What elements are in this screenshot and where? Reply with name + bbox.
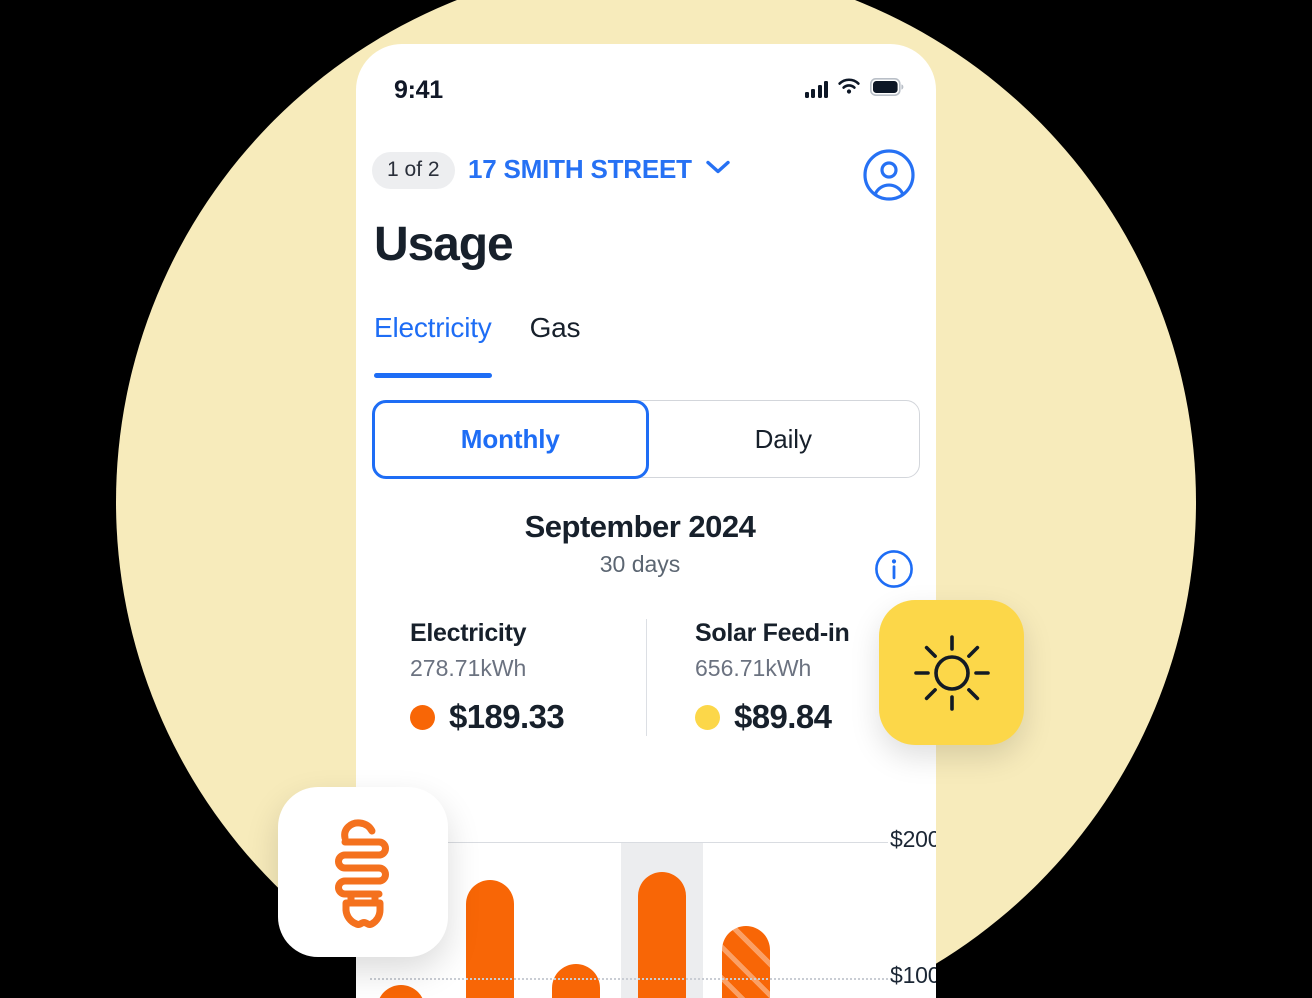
chart-bar[interactable] (552, 964, 600, 998)
stat-amount-row: $189.33 (410, 698, 646, 736)
chart-bar[interactable] (377, 984, 425, 998)
period-option-daily[interactable]: Daily (648, 401, 920, 477)
chart-axis-label: $100 (890, 962, 936, 988)
wifi-icon (837, 78, 861, 101)
energy-saving-bulb-card (278, 787, 448, 957)
stat-amount: $89.84 (734, 698, 832, 735)
electricity-color-dot (410, 704, 435, 730)
cfl-bulb-icon (335, 819, 389, 928)
period-title: September 2024 (524, 509, 756, 544)
solar-card (879, 600, 1024, 745)
address-selector[interactable]: 17 SMITH STREET (468, 154, 731, 185)
stat-amount: $189.33 (449, 698, 565, 735)
page-title: Usage (374, 218, 514, 271)
tab-gas[interactable]: Gas (530, 312, 581, 378)
screenshot-canvas: 9:41 1 of 2 17 SMITH STREET Usage Electr… (0, 0, 1312, 998)
stat-electricity: Electricity 278.71kWh $189.33 (356, 619, 646, 736)
stat-label: Electricity (410, 619, 527, 647)
address-label: 17 SMITH STREET (468, 154, 692, 184)
property-counter-badge: 1 of 2 (372, 152, 455, 189)
usage-type-tabs: Electricity Gas (374, 312, 581, 378)
chart-gridline (370, 978, 888, 980)
chart-bar[interactable] (466, 880, 514, 998)
chevron-down-icon (705, 159, 731, 180)
address-nav-row: 1 of 2 17 SMITH STREET (356, 144, 936, 201)
info-circle-icon[interactable] (874, 549, 914, 594)
status-bar-icons (804, 78, 905, 101)
solar-color-dot (695, 704, 720, 730)
tab-electricity[interactable]: Electricity (374, 312, 492, 378)
battery-full-icon (870, 78, 904, 101)
status-bar: 9:41 (356, 44, 936, 118)
period-subtitle: 30 days (599, 551, 681, 577)
stat-usage: 278.71kWh (410, 655, 527, 681)
cellular-bars-icon (804, 81, 828, 98)
period-toggle: Monthly Daily (371, 399, 920, 479)
status-bar-time: 9:41 (394, 76, 443, 104)
sun-icon (913, 634, 990, 711)
usage-summary: Electricity 278.71kWh $189.33 Solar Feed… (356, 619, 936, 736)
period-header: September 2024 30 days (356, 509, 936, 588)
chart-axis-label: $200 (890, 826, 936, 852)
period-option-monthly[interactable]: Monthly (371, 399, 649, 479)
chart-bar[interactable] (722, 926, 770, 998)
account-circle-icon[interactable] (862, 148, 916, 207)
